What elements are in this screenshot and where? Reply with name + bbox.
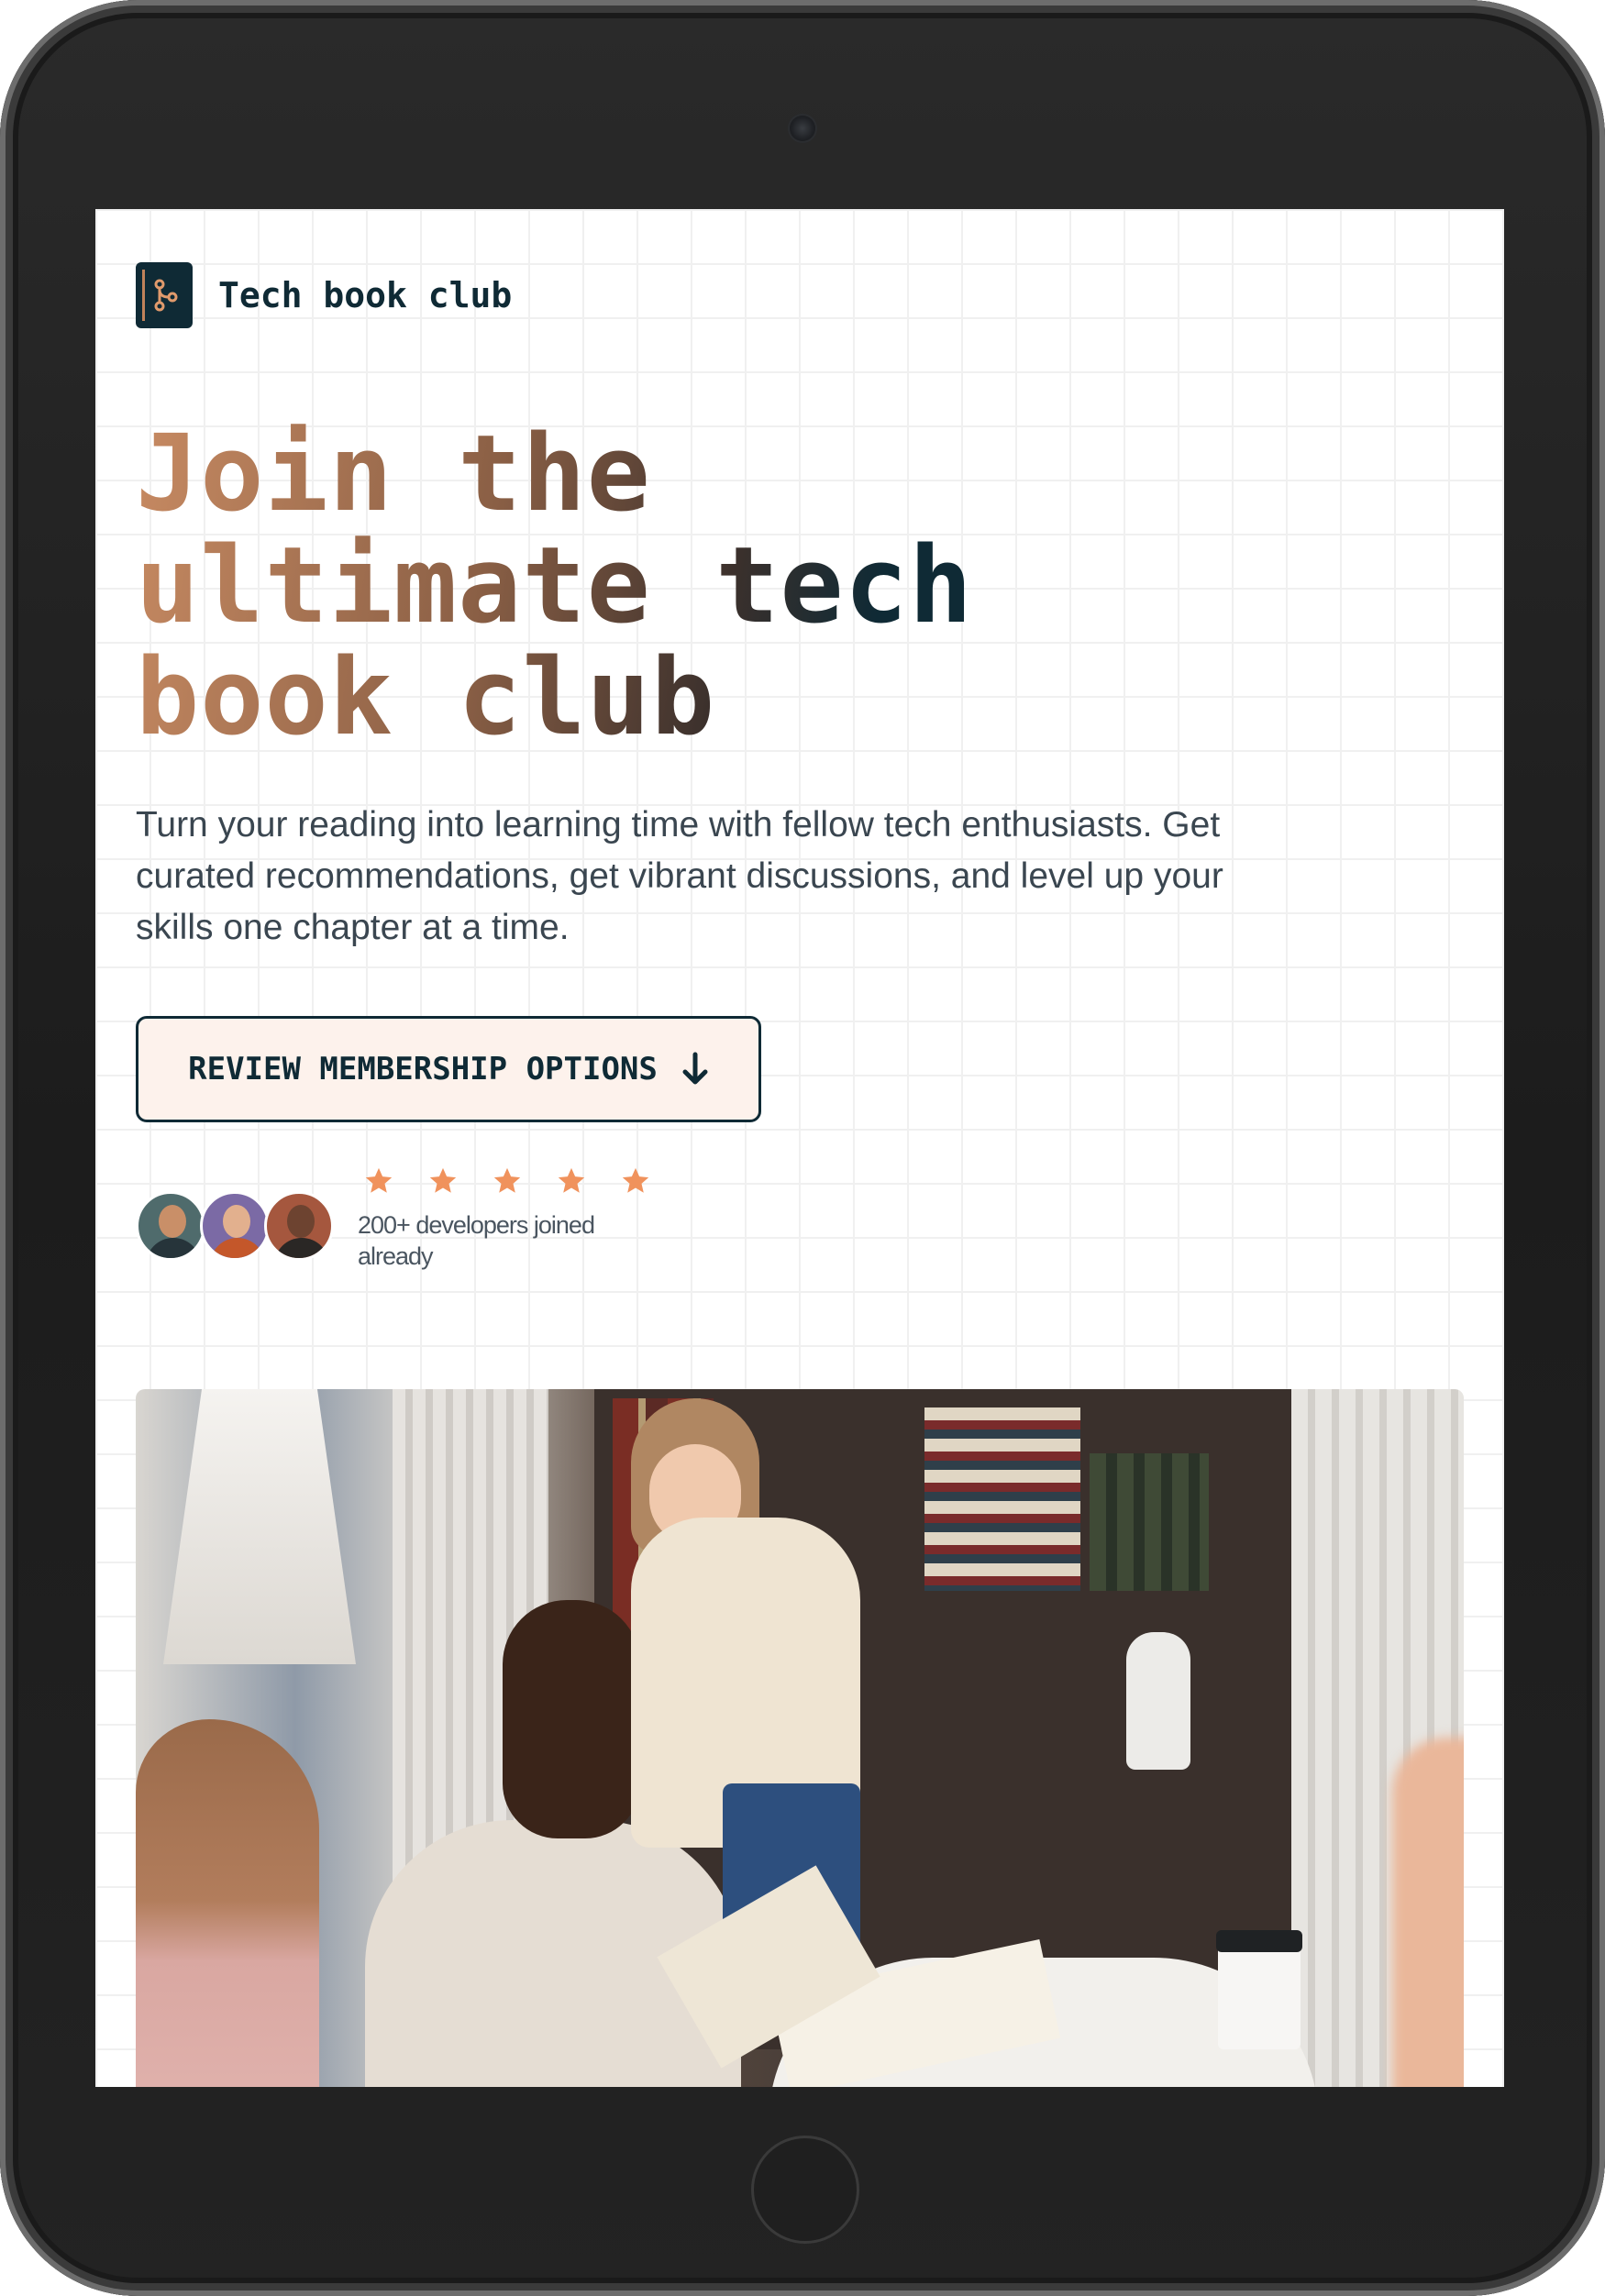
brand[interactable]: Tech book club (136, 262, 512, 328)
developer-avatar-1 (136, 1191, 205, 1261)
star-icon (558, 1167, 585, 1193)
screen: Tech book club Join the ultimate tech bo… (95, 209, 1504, 2087)
camera (790, 116, 815, 141)
developer-avatar-2 (200, 1191, 270, 1261)
hero-title-line-2: ultimate tech (136, 524, 974, 647)
tablet-frame: Tech book club Join the ultimate tech bo… (0, 0, 1605, 2296)
hero-photo (136, 1389, 1464, 2087)
hero-title-line-3: book club (136, 636, 716, 759)
star-icon (365, 1167, 393, 1193)
book-club-logo-icon (136, 262, 193, 328)
star-icon (622, 1167, 649, 1193)
rating-block: 200+ developers joined already (358, 1165, 651, 1272)
social-proof-caption: 200+ developers joined already (358, 1211, 595, 1270)
star-icon (429, 1167, 457, 1193)
star-rating (363, 1165, 651, 1197)
cta-label: REVIEW MEMBERSHIP OPTIONS (188, 1051, 658, 1087)
brand-name: Tech book club (218, 275, 513, 315)
review-membership-button[interactable]: REVIEW MEMBERSHIP OPTIONS (136, 1016, 761, 1122)
arrow-down-icon (681, 1051, 709, 1087)
hero-title: Join the ultimate tech book club (136, 418, 1328, 754)
social-proof: 200+ developers joined already (136, 1165, 651, 1272)
hero-title-line-1: Join the (136, 413, 651, 535)
developer-avatar-3 (264, 1191, 334, 1261)
star-icon (493, 1167, 521, 1193)
hero-description: Turn your reading into learning time wit… (136, 805, 1223, 947)
home-button[interactable] (751, 2136, 859, 2244)
avatar-group (136, 1191, 334, 1261)
